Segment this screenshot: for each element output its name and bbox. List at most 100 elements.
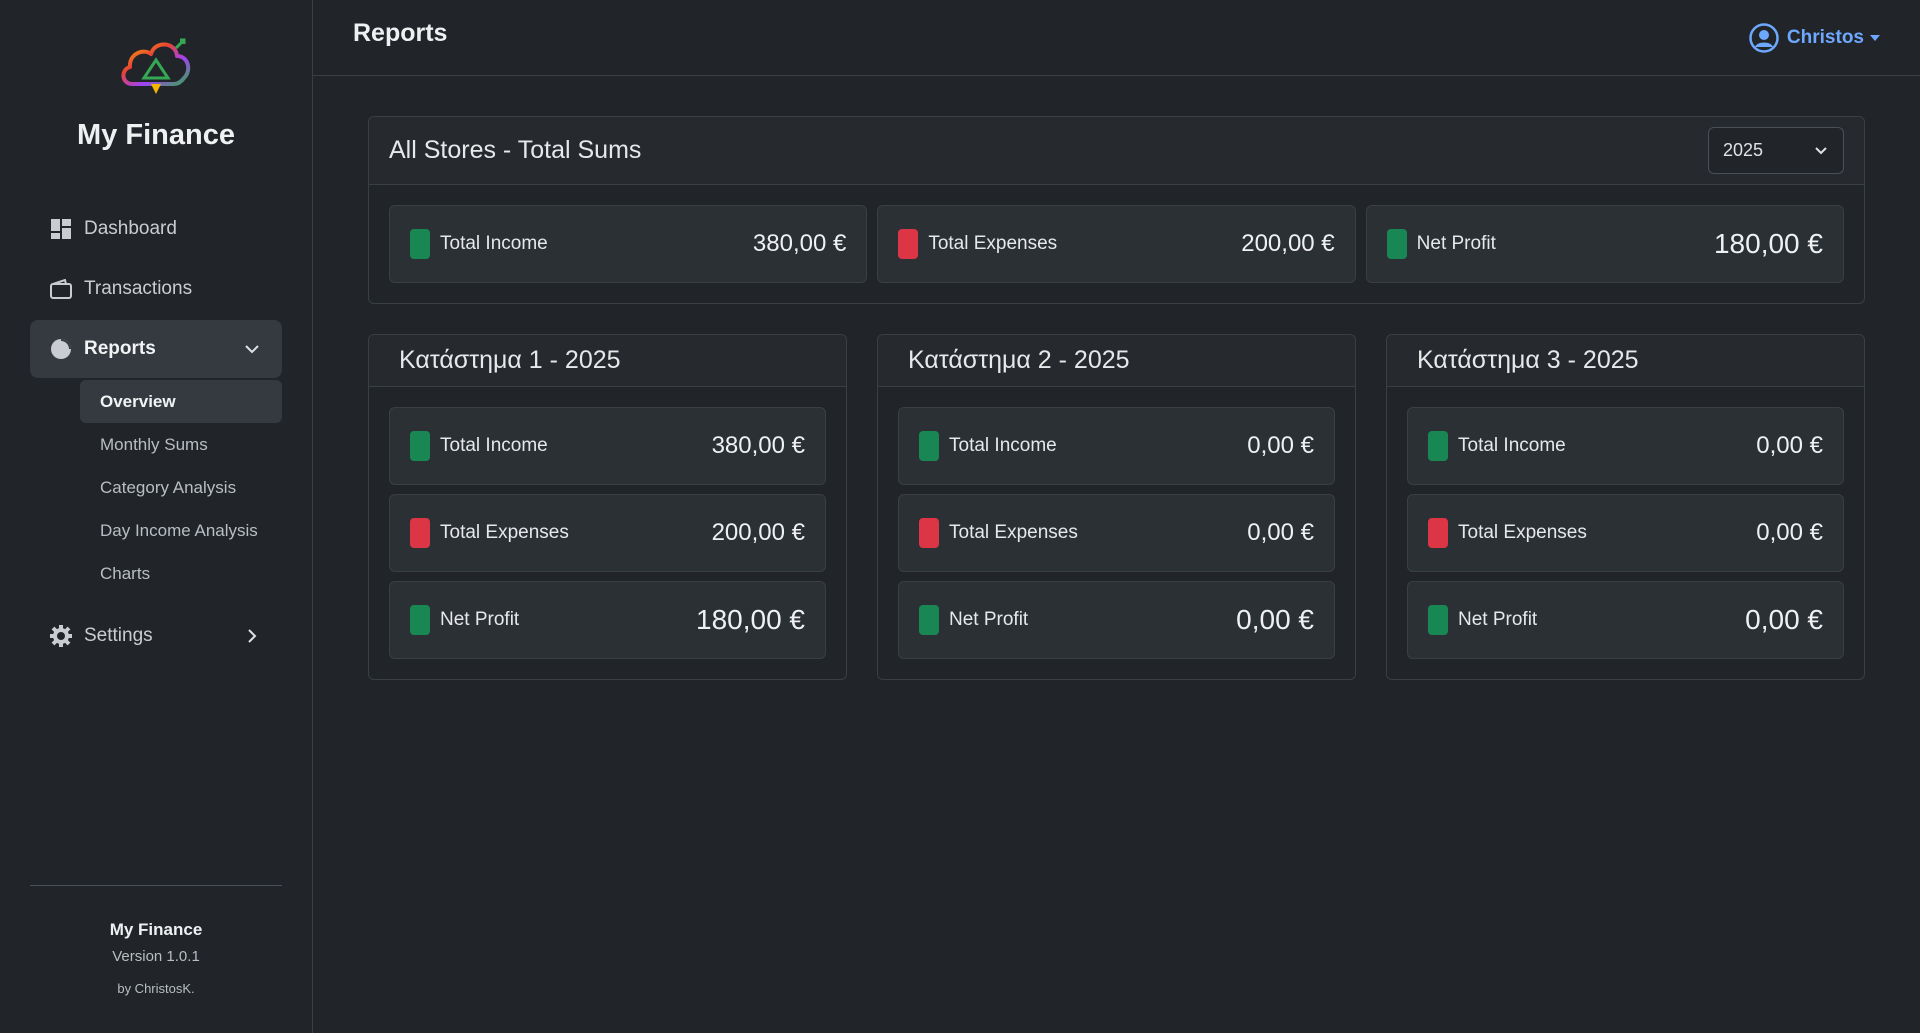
store-profit-stat: Net Profit 180,00 € [389, 581, 826, 659]
year-select[interactable]: 2025 [1708, 127, 1844, 174]
user-circle-icon [1749, 22, 1779, 53]
stat-label: Total Income [440, 435, 548, 456]
app: My Finance Dashboard Transactions Report… [0, 0, 1920, 1033]
footer-app-name: My Finance [109, 920, 203, 939]
stat-value: 200,00 € [711, 519, 805, 546]
page-title: Reports [353, 19, 448, 47]
stat-label: Total Expenses [949, 522, 1078, 543]
chevron-down-icon [245, 345, 259, 354]
stat-label: Total Income [440, 233, 548, 254]
store-title: Κατάστημα 2 - 2025 [908, 346, 1130, 374]
user-name: Christos [1786, 26, 1864, 48]
stat-label: Net Profit [1416, 233, 1496, 254]
summary-stats-row: Total Income 380,00 € Total Expenses 200… [389, 205, 1844, 283]
summary-income-stat: Total Income 380,00 € [389, 205, 868, 283]
store-card: Κατάστημα 2 - 2025 Total Income 0,00 € T… [877, 334, 1356, 680]
stat-label: Total Income [949, 435, 1057, 456]
sidebar-nav: Dashboard Transactions Reports Overview … [0, 200, 312, 667]
store-income-stat: Total Income 0,00 € [898, 407, 1335, 485]
store-card-header: Κατάστημα 2 - 2025 [878, 335, 1355, 387]
store-card-header: Κατάστημα 3 - 2025 [1387, 335, 1864, 387]
summary-card-body: Total Income 380,00 € Total Expenses 200… [369, 185, 1864, 303]
summary-title: All Stores - Total Sums [389, 136, 642, 164]
content: All Stores - Total Sums 2025 Total Incom… [313, 76, 1920, 680]
stat-label: Net Profit [949, 609, 1029, 630]
store-expenses-stat: Total Expenses 200,00 € [389, 494, 826, 572]
sidebar: My Finance Dashboard Transactions Report… [0, 0, 313, 1033]
year-select-value: 2025 [1723, 140, 1764, 160]
positive-indicator [1428, 605, 1448, 635]
stat-value: 0,00 € [1756, 432, 1823, 459]
negative-indicator [410, 518, 430, 548]
stat-value: 0,00 € [1247, 432, 1314, 459]
sidebar-item-settings[interactable]: Settings [30, 607, 282, 665]
positive-indicator [410, 605, 430, 635]
chevron-down-icon [1815, 146, 1827, 154]
summary-card-header: All Stores - Total Sums 2025 [369, 117, 1864, 185]
positive-indicator [410, 431, 430, 461]
reports-subnav: Overview Monthly Sums Category Analysis … [30, 380, 282, 595]
store-card-body: Total Income 0,00 € Total Expenses 0,00 … [878, 387, 1355, 679]
store-card: Κατάστημα 1 - 2025 Total Income 380,00 €… [368, 334, 847, 680]
subnav-item-day-income-analysis[interactable]: Day Income Analysis [80, 509, 282, 552]
pie-chart-icon [50, 338, 72, 360]
store-card: Κατάστημα 3 - 2025 Total Income 0,00 € T… [1386, 334, 1865, 680]
stores-grid: Κατάστημα 1 - 2025 Total Income 380,00 €… [368, 334, 1865, 680]
store-profit-stat: Net Profit 0,00 € [898, 581, 1335, 659]
gear-icon [50, 625, 72, 647]
brand-logo-icon [121, 38, 191, 94]
summary-profit-stat: Net Profit 180,00 € [1365, 205, 1844, 283]
store-card-body: Total Income 0,00 € Total Expenses 0,00 … [1387, 387, 1864, 679]
stat-label: Net Profit [1458, 609, 1538, 630]
footer-author: by ChristosK. [117, 981, 195, 996]
brand: My Finance [0, 0, 312, 152]
positive-indicator [1428, 431, 1448, 461]
store-expenses-stat: Total Expenses 0,00 € [1407, 494, 1844, 572]
stat-value: 0,00 € [1247, 519, 1314, 546]
store-card-body: Total Income 380,00 € Total Expenses 200… [369, 387, 846, 679]
sidebar-item-reports[interactable]: Reports [30, 320, 282, 378]
caret-down-icon [1870, 34, 1880, 41]
user-menu[interactable]: Christos [1749, 22, 1880, 53]
negative-indicator [919, 518, 939, 548]
negative-indicator [1428, 518, 1448, 548]
positive-indicator [919, 431, 939, 461]
store-income-stat: Total Income 0,00 € [1407, 407, 1844, 485]
stat-label: Total Expenses [1458, 522, 1587, 543]
stat-value: 0,00 € [1745, 604, 1823, 635]
stat-value: 380,00 € [752, 230, 847, 257]
summary-card: All Stores - Total Sums 2025 Total Incom… [368, 116, 1865, 304]
stat-value: 180,00 € [1713, 228, 1823, 259]
sidebar-item-transactions[interactable]: Transactions [30, 260, 282, 318]
positive-indicator [919, 605, 939, 635]
sidebar-item-label: Settings [84, 625, 153, 646]
subnav-item-overview[interactable]: Overview [80, 380, 282, 423]
sidebar-item-label: Reports [84, 338, 156, 359]
sidebar-footer: My Finance Version 1.0.1 by ChristosK. [30, 885, 282, 1033]
subnav-item-category-analysis[interactable]: Category Analysis [80, 466, 282, 509]
subnav-item-charts[interactable]: Charts [80, 552, 282, 595]
stat-value: 0,00 € [1236, 604, 1314, 635]
store-card-header: Κατάστημα 1 - 2025 [369, 335, 846, 387]
footer-version: Version 1.0.1 [112, 948, 200, 965]
stat-label: Total Income [1458, 435, 1566, 456]
chevron-right-icon [248, 629, 257, 643]
store-income-stat: Total Income 380,00 € [389, 407, 826, 485]
store-title: Κατάστημα 1 - 2025 [399, 346, 621, 374]
store-expenses-stat: Total Expenses 0,00 € [898, 494, 1335, 572]
positive-indicator [1386, 229, 1407, 259]
main: Reports Christos All Stores - Total Sums… [313, 0, 1920, 1033]
store-title: Κατάστημα 3 - 2025 [1417, 346, 1639, 374]
stat-label: Total Expenses [440, 522, 569, 543]
stat-value: 380,00 € [711, 432, 805, 459]
topbar: Reports Christos [313, 0, 1920, 76]
stat-value: 200,00 € [1241, 230, 1335, 257]
store-profit-stat: Net Profit 0,00 € [1407, 581, 1844, 659]
stat-value: 0,00 € [1756, 519, 1823, 546]
stat-label: Net Profit [440, 609, 520, 630]
wallet-icon [50, 278, 72, 300]
brand-name: My Finance [77, 119, 235, 151]
negative-indicator [898, 229, 919, 259]
subnav-item-monthly-sums[interactable]: Monthly Sums [80, 423, 282, 466]
sidebar-item-dashboard[interactable]: Dashboard [30, 200, 282, 258]
